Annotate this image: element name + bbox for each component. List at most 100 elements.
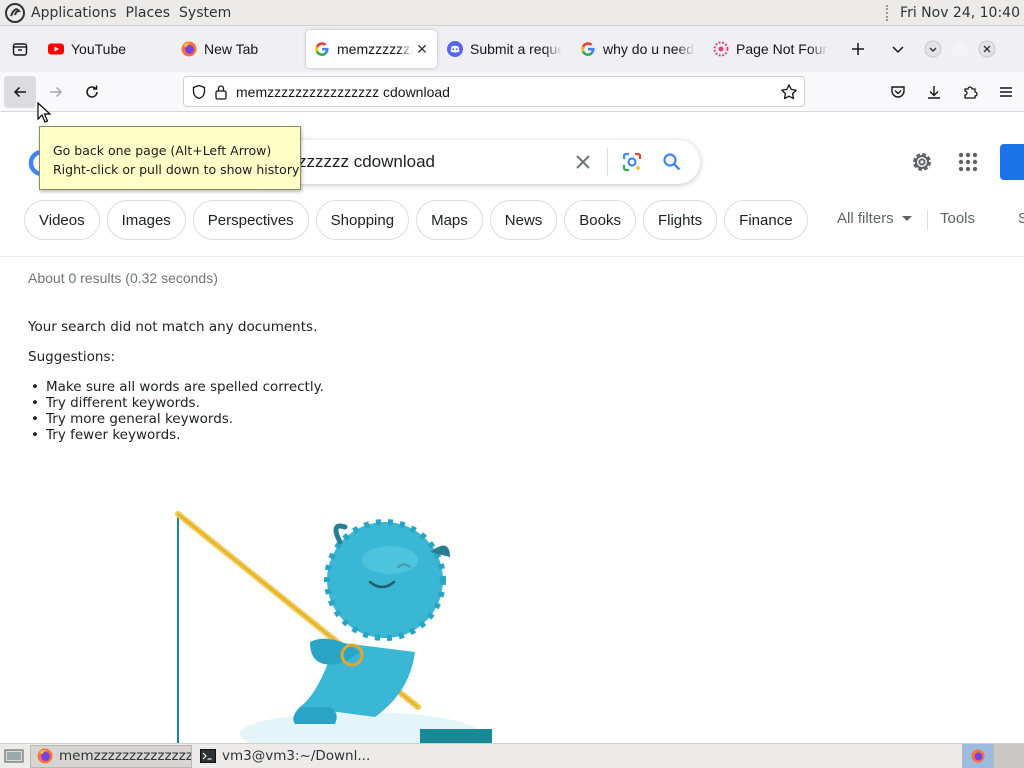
lock-icon[interactable] [210, 84, 232, 100]
tab-new-tab[interactable]: New Tab [173, 30, 304, 68]
all-filters-dropdown[interactable]: All filters [837, 210, 912, 227]
window-minimize-button[interactable] [918, 29, 948, 69]
suggestion-item: Try fewer keywords. [28, 427, 324, 443]
chip-maps[interactable]: Maps [416, 200, 483, 240]
tab-youtube[interactable]: YouTube [40, 30, 171, 68]
fishing-yeti-illustration [175, 511, 492, 743]
workspace-1[interactable] [962, 744, 993, 768]
chip-images[interactable]: Images [106, 200, 186, 240]
search-input[interactable]: zzzzzz cdownload [298, 152, 563, 172]
chip-videos[interactable]: Videos [24, 200, 100, 240]
firefox-view-icon [12, 43, 28, 56]
tab-strip: YouTube New Tab memzzzzzzzzzzzzzzzz cdow… [0, 26, 1024, 72]
tooltip-line-1: Go back one page (Alt+Left Arrow) [53, 143, 272, 158]
google-apps-grid-icon[interactable] [954, 148, 982, 176]
chip-perspectives[interactable]: Perspectives [192, 200, 309, 240]
url-text[interactable]: memzzzzzzzzzzzzzzzz cdownload [236, 84, 774, 100]
maximize-icon [952, 41, 968, 57]
filter-divider [927, 210, 928, 230]
suggestion-item: Make sure all words are spelled correctl… [28, 379, 324, 395]
google-icon [315, 42, 329, 56]
puzzle-icon [964, 86, 978, 99]
places-menu[interactable]: Places [126, 5, 171, 21]
suggestion-item: Try different keywords. [28, 395, 324, 411]
suggestion-item: Try more general keywords. [28, 411, 324, 427]
window-close-button[interactable] [972, 29, 1002, 69]
distro-logo-icon[interactable] [4, 2, 26, 24]
chip-flights[interactable]: Flights [642, 200, 718, 240]
taskbar-firefox[interactable]: memzzzzzzzzzzzzzzzz... [30, 744, 192, 768]
tracking-shield-icon[interactable] [188, 84, 210, 100]
google-icon [581, 42, 595, 56]
tab-discord[interactable]: Submit a request [439, 30, 570, 68]
all-filters-label: All filters [837, 210, 894, 227]
close-tab-icon[interactable]: ✕ [415, 41, 429, 58]
firefox-view-button[interactable] [0, 26, 40, 72]
reload-button[interactable] [76, 76, 108, 108]
search-button[interactable] [652, 142, 692, 182]
firefox-icon [37, 748, 53, 764]
downloads-button[interactable] [916, 72, 952, 112]
panel-clock[interactable]: Fri Nov 24, 10:40 [900, 5, 1020, 21]
bookmark-star-icon[interactable] [774, 83, 804, 101]
pocket-icon [891, 86, 905, 98]
tab-google-why[interactable]: why do u need [572, 30, 703, 68]
plus-icon [852, 43, 864, 55]
firefox-icon [971, 749, 985, 763]
camera-lens-icon [622, 152, 642, 172]
new-tab-button[interactable] [838, 29, 878, 69]
search-box[interactable]: zzzzzz cdownload [240, 140, 700, 184]
tab-page-not-found[interactable]: Page Not Found [705, 30, 836, 68]
safesearch-button[interactable]: S [1018, 210, 1024, 227]
result-stats: About 0 results (0.32 seconds) [28, 270, 218, 286]
taskbar-item-label: vm3@vm3:~/Downl... [222, 748, 371, 764]
google-lens-button[interactable] [612, 142, 652, 182]
download-icon [928, 86, 940, 99]
reload-icon [86, 85, 98, 98]
extensions-button[interactable] [952, 72, 988, 112]
tab-google-search-active[interactable]: memzzzzzzzzzzzzzzzz cdownload ✕ [306, 30, 437, 68]
hamburger-menu-icon [1000, 87, 1012, 97]
search-filter-chips: Videos Images Perspectives Shopping Maps… [24, 200, 815, 240]
chip-finance[interactable]: Finance [724, 200, 808, 240]
workspace-switcher [962, 744, 1024, 768]
mouse-cursor-icon [37, 102, 51, 123]
discord-icon [447, 41, 463, 57]
close-icon [978, 40, 996, 58]
back-button-tooltip: Go back one page (Alt+Left Arrow) Right-… [39, 126, 301, 190]
applications-menu[interactable]: Applications [31, 5, 117, 21]
firefox-icon [181, 41, 197, 57]
back-button[interactable] [4, 75, 36, 108]
window-maximize-button[interactable] [948, 29, 972, 69]
tab-label: Page Not Found [736, 41, 828, 57]
chip-news[interactable]: News [489, 200, 558, 240]
chevron-down-icon [892, 46, 904, 54]
app-menu-button[interactable] [988, 72, 1024, 112]
tab-label: memzzzzzzzzzzzzzzzz cdownload [337, 41, 413, 57]
terminal-icon [200, 749, 216, 763]
pocket-button[interactable] [880, 72, 916, 112]
navigation-toolbar: memzzzzzzzzzzzzzzzz cdownload [0, 72, 1024, 112]
tab-label: YouTube [71, 41, 127, 57]
workspace-2[interactable] [993, 744, 1024, 768]
tools-button[interactable]: Tools [940, 210, 975, 227]
suggestions-heading: Suggestions: [28, 349, 116, 365]
url-bar[interactable]: memzzzzzzzzzzzzzzzz cdownload [183, 76, 805, 107]
tooltip-line-2: Right-click or pull down to show history [53, 162, 300, 177]
tab-label: New Tab [204, 41, 259, 57]
sign-in-button[interactable] [1000, 144, 1024, 180]
chip-books[interactable]: Books [564, 200, 636, 240]
list-all-tabs-button[interactable] [878, 29, 918, 69]
arrow-left-icon [13, 86, 26, 97]
clear-search-button[interactable] [563, 142, 603, 182]
search-divider [607, 148, 608, 176]
youtube-icon [48, 43, 64, 55]
tab-label: Submit a request [470, 41, 562, 57]
top-panel: Applications Places System Fri Nov 24, 1… [0, 0, 1024, 26]
show-desktop-button[interactable] [0, 745, 28, 768]
suggestions-list: Make sure all words are spelled correctl… [28, 379, 324, 443]
settings-gear-icon[interactable] [908, 148, 936, 176]
system-menu[interactable]: System [179, 5, 231, 21]
chip-shopping[interactable]: Shopping [315, 200, 410, 240]
taskbar-terminal[interactable]: vm3@vm3:~/Downl... [194, 745, 376, 768]
